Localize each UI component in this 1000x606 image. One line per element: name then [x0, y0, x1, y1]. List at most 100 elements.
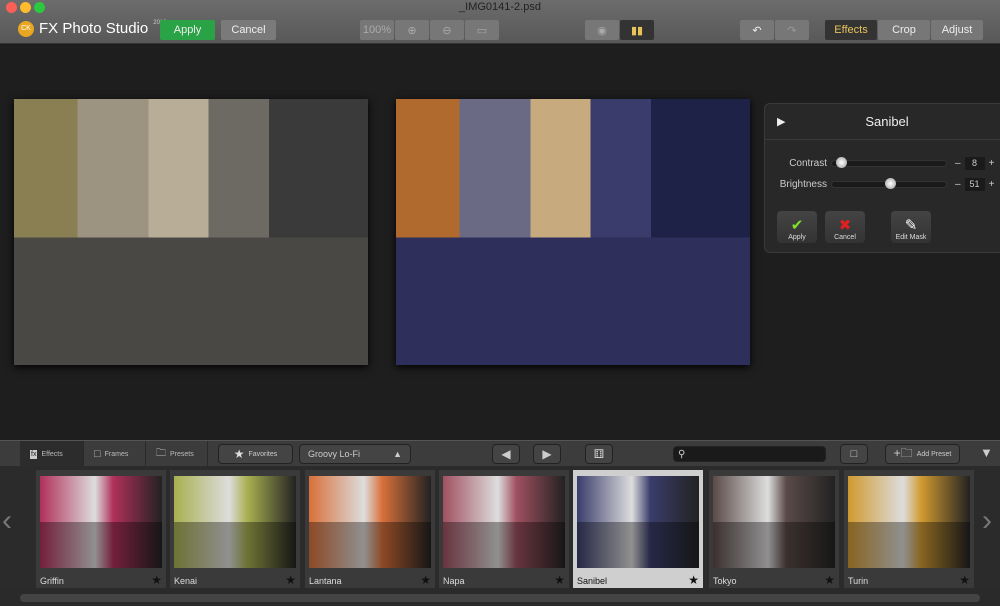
thumbnail-image — [848, 476, 970, 568]
original-photo — [14, 99, 368, 365]
tab-frames-label: Frames — [104, 450, 129, 458]
collapse-strip-icon[interactable]: ▼ — [980, 445, 993, 460]
edited-photo — [396, 99, 750, 365]
panel-cancel-button[interactable]: ✖ Cancel — [825, 211, 865, 243]
decrease-icon[interactable]: – — [955, 158, 961, 169]
favorite-star-icon[interactable]: ★ — [554, 573, 565, 587]
favorite-star-icon[interactable]: ★ — [285, 573, 296, 587]
thumbnail-name: Lantana — [309, 576, 342, 586]
triangle-up-icon: ▲ — [393, 449, 402, 459]
title-toolbar: _IMG0141-2.psd CKFX Photo Studio2016 App… — [0, 0, 1000, 44]
fx-icon: fx — [30, 449, 38, 459]
scrollbar-thumb[interactable] — [20, 594, 980, 602]
contrast-value[interactable]: 8 — [964, 156, 985, 170]
thumbnail-name: Napa — [443, 576, 465, 586]
favorite-star-icon[interactable]: ★ — [959, 573, 970, 587]
thumbnail-napa[interactable]: Napa ★ — [439, 470, 569, 588]
zoom-in-icon[interactable]: ⊕ — [395, 20, 429, 40]
cancel-label: Cancel — [834, 234, 856, 241]
favorite-star-icon[interactable]: ★ — [824, 573, 835, 587]
tab-presets-label: Presets — [170, 450, 194, 458]
thumbnail-image — [174, 476, 296, 568]
horizontal-scrollbar[interactable] — [0, 590, 1000, 606]
collapse-triangle-icon[interactable]: ▶ — [777, 115, 785, 128]
search-input[interactable]: ⚲ — [673, 446, 826, 462]
increase-icon[interactable]: + — [989, 179, 995, 190]
thumbnail-sanibel[interactable]: Sanibel ★ — [573, 470, 703, 588]
decrease-icon[interactable]: – — [955, 179, 961, 190]
app-logo: CKFX Photo Studio2016 — [18, 20, 167, 37]
category-dropdown[interactable]: Groovy Lo-Fi ▲ — [299, 444, 411, 464]
checkmark-icon: ✔ — [790, 217, 804, 234]
zoom-level[interactable]: 100% — [360, 20, 394, 40]
folder-icon: 🗀 — [156, 447, 166, 459]
tab-presets[interactable]: 🗀 Presets — [146, 441, 208, 467]
scroll-right-icon[interactable]: › — [982, 504, 992, 538]
mode-adjust[interactable]: Adjust — [931, 20, 983, 40]
scroll-left-icon[interactable]: ‹ — [2, 504, 12, 538]
tab-effects[interactable]: fx Effects — [20, 441, 84, 467]
brightness-value[interactable]: 51 — [964, 177, 985, 191]
tab-effects-label: Effects — [41, 450, 63, 458]
undo-icon[interactable]: ↶ — [740, 20, 774, 40]
app-name: FX Photo Studio — [39, 20, 149, 37]
contrast-slider[interactable] — [831, 156, 947, 168]
thumbnail-name: Griffin — [40, 576, 64, 586]
thumbnail-image — [40, 476, 162, 568]
category-value: Groovy Lo-Fi — [308, 449, 361, 459]
thumbnail-name: Tokyo — [713, 576, 737, 586]
mode-effects[interactable]: Effects — [825, 20, 877, 40]
edit-mask-label: Edit Mask — [895, 234, 927, 241]
add-preset-button[interactable]: +🗀 Add Preset — [885, 444, 960, 464]
brightness-knob[interactable] — [885, 177, 897, 189]
edit-mask-button[interactable]: ✎ Edit Mask — [891, 211, 931, 243]
effect-panel: ▶ Sanibel Contrast – 8 + Brightness – 51… — [764, 103, 1000, 253]
contrast-knob[interactable] — [836, 156, 848, 168]
random-dice-button[interactable]: ⚅ — [585, 444, 613, 464]
split-view-icon[interactable]: ▮▮ — [620, 20, 654, 40]
thumbnail-turin[interactable]: Turin ★ — [844, 470, 974, 588]
thumbnail-image — [443, 476, 565, 568]
brightness-slider-row: Brightness – 51 + — [765, 176, 994, 192]
thumbnail-lantana[interactable]: Lantana ★ — [305, 470, 435, 588]
logo-badge-icon: CK — [18, 20, 34, 37]
contrast-label: Contrast — [789, 157, 827, 169]
tab-frames[interactable]: □ Frames — [84, 441, 146, 467]
increase-icon[interactable]: + — [989, 158, 995, 169]
favorite-star-icon[interactable]: ★ — [420, 573, 431, 587]
thumbnail-griffin[interactable]: Griffin ★ — [36, 470, 166, 588]
preview-eye-icon[interactable]: ◉ — [585, 20, 619, 40]
thumbnail-name: Turin — [848, 576, 869, 586]
zoom-out-icon[interactable]: ⊖ — [430, 20, 464, 40]
plus-folder-icon: +🗀 — [893, 445, 913, 460]
redo-icon[interactable]: ↷ — [775, 20, 809, 40]
apply-button[interactable]: Apply — [160, 20, 215, 40]
effect-title: Sanibel — [865, 114, 909, 129]
thumbnail-name: Kenai — [174, 576, 198, 586]
thumbnail-image — [309, 476, 431, 568]
fit-screen-icon[interactable]: ▭ — [465, 20, 499, 40]
brightness-label: Brightness — [779, 178, 827, 190]
thumbnail-image — [713, 476, 835, 568]
thumbnail-image — [577, 476, 699, 568]
panel-apply-button[interactable]: ✔ Apply — [777, 211, 817, 243]
square-icon: □ — [850, 448, 858, 460]
thumbnail-kenai[interactable]: Kenai ★ — [170, 470, 300, 588]
apply-label: Apply — [788, 234, 806, 241]
panel-header: ▶ Sanibel — [765, 104, 1000, 140]
thumbnail-tokyo[interactable]: Tokyo ★ — [709, 470, 839, 588]
mode-crop[interactable]: Crop — [878, 20, 930, 40]
thumbnail-strip: ‹ › Griffin ★ Kenai ★ Lantana ★ Napa ★ S… — [0, 466, 1000, 590]
add-preset-label: Add Preset — [916, 450, 952, 458]
toggle-frame-button[interactable]: □ — [840, 444, 868, 464]
favorite-star-icon[interactable]: ★ — [151, 573, 162, 587]
favorites-button[interactable]: ★ Favorites — [218, 444, 293, 464]
frame-icon: □ — [94, 448, 101, 460]
contrast-slider-row: Contrast – 8 + — [765, 155, 994, 171]
favorite-star-icon[interactable]: ★ — [688, 573, 699, 587]
previous-button[interactable]: ◀ — [492, 444, 520, 464]
cancel-button[interactable]: Cancel — [221, 20, 276, 40]
brightness-slider[interactable] — [831, 177, 947, 189]
next-button[interactable]: ▶ — [533, 444, 561, 464]
favorites-label: Favorites — [248, 450, 278, 458]
